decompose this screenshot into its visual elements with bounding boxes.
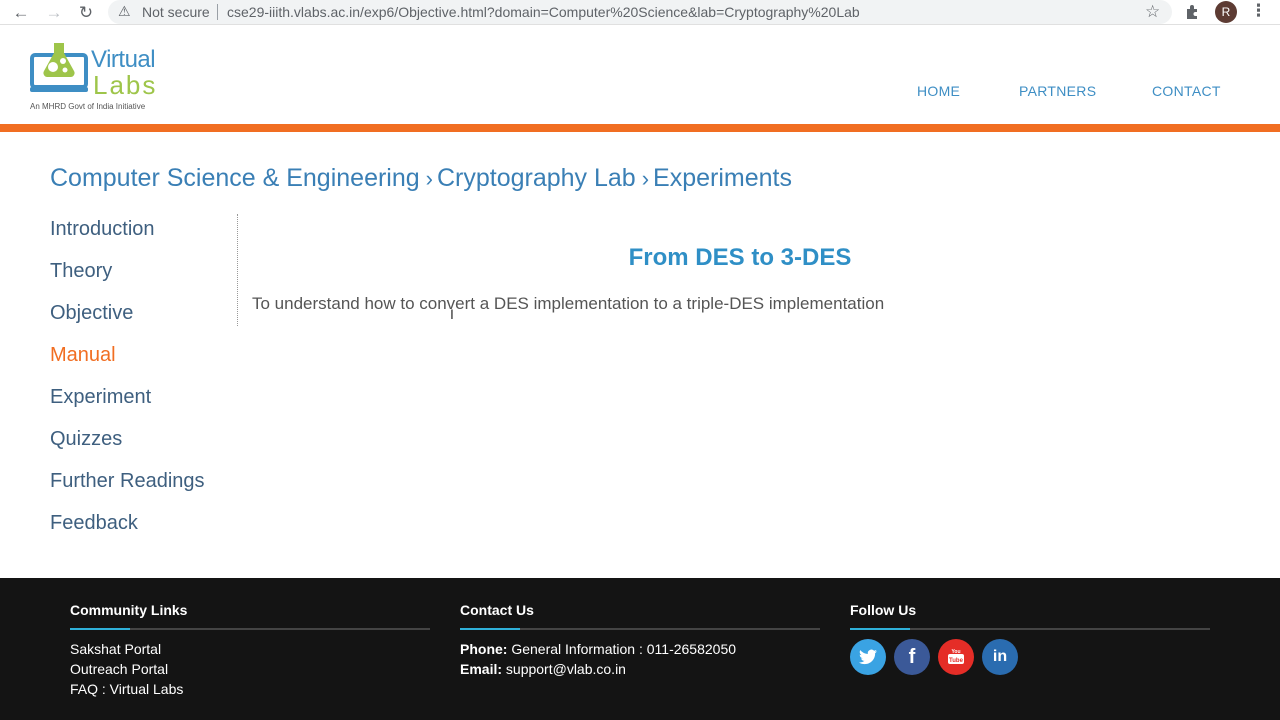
footer-heading-community: Community Links [70,602,188,618]
site-header: Virtual Labs An MHRD Govt of India Initi… [0,26,1280,124]
security-label[interactable]: Not secure [142,4,210,20]
chevron-right-icon: › [425,165,433,191]
text-cursor-icon: I [450,306,454,322]
footer-divider-accent [460,628,520,630]
chevron-right-icon: › [641,165,650,191]
sidebar-item-introduction[interactable]: Introduction [50,218,155,241]
footer-heading-contact: Contact Us [460,602,534,618]
footer-heading-follow: Follow Us [850,602,917,618]
twitter-icon[interactable] [850,639,886,675]
header-accent-bar [0,124,1280,132]
facebook-icon[interactable]: f [894,639,930,675]
sidebar-item-theory[interactable]: Theory [50,260,112,283]
logo-word-labs: Labs [93,70,158,100]
sidebar-item-experiment[interactable]: Experiment [50,386,151,409]
site-footer: Community Links Sakshat Portal Outreach … [0,578,1280,720]
footer-email: Email: support@vlab.co.in [460,661,626,677]
breadcrumb-lab[interactable]: Cryptography Lab [437,164,636,193]
footer-divider-accent [850,628,910,630]
objective-text: To understand how to convert a DES imple… [252,294,885,313]
email-label: Email: [460,661,503,677]
forward-icon[interactable]: → [43,2,65,24]
address-separator [217,4,218,20]
browser-toolbar: ← → ↻ ⚠ Not secure cse29-iiith.vlabs.ac.… [0,0,1280,25]
linkedin-icon[interactable]: in [982,639,1018,675]
youtube-icon[interactable]: Tube You [938,639,974,675]
sidebar-item-manual[interactable]: Manual [50,344,116,367]
phone-label: Phone: [460,641,508,657]
virtual-labs-logo[interactable]: Virtual Labs An MHRD Govt of India Initi… [30,41,162,115]
footer-link-outreach[interactable]: Outreach Portal [70,661,168,677]
nav-contact-link[interactable]: CONTACT [1152,83,1221,99]
footer-divider-accent [70,628,130,630]
url-text[interactable]: cse29-iiith.vlabs.ac.in/exp6/Objective.h… [227,4,860,20]
footer-link-sakshat[interactable]: Sakshat Portal [70,641,161,657]
breadcrumb-experiments[interactable]: Experiments [653,164,792,193]
breadcrumb-domain[interactable]: Computer Science & Engineering [50,164,420,193]
reload-icon[interactable]: ↻ [75,2,97,24]
browser-menu-icon[interactable]: ⋮ [1250,1,1267,21]
footer-phone: Phone: General Information : 011-2658205… [460,641,736,657]
email-value[interactable]: support@vlab.co.in [506,661,626,677]
back-icon[interactable]: ← [10,2,32,24]
nav-partners-link[interactable]: PARTNERS [1019,83,1096,99]
sidebar-divider [237,214,238,326]
profile-avatar[interactable]: R [1215,1,1237,23]
experiment-title: From DES to 3-DES [628,244,852,271]
sidebar-item-objective[interactable]: Objective [50,302,133,325]
svg-text:Tube: Tube [949,658,964,664]
sidebar-item-feedback[interactable]: Feedback [50,512,138,535]
footer-link-faq[interactable]: FAQ : Virtual Labs [70,681,183,697]
logo-flask-icon [30,43,88,92]
svg-text:You: You [951,649,960,655]
logo-tagline: An MHRD Govt of India Initiative [30,102,146,111]
extensions-puzzle-icon[interactable] [1184,3,1202,21]
warning-icon[interactable]: ⚠ [118,3,131,20]
breadcrumb: Computer Science & Engineering › Cryptog… [50,164,792,193]
bookmark-star-icon[interactable]: ☆ [1145,2,1160,22]
sidebar-item-quizzes[interactable]: Quizzes [50,428,122,451]
nav-home-link[interactable]: HOME [917,83,960,99]
phone-value: General Information : 011-26582050 [511,641,737,657]
sidebar-item-further-readings[interactable]: Further Readings [50,470,205,493]
